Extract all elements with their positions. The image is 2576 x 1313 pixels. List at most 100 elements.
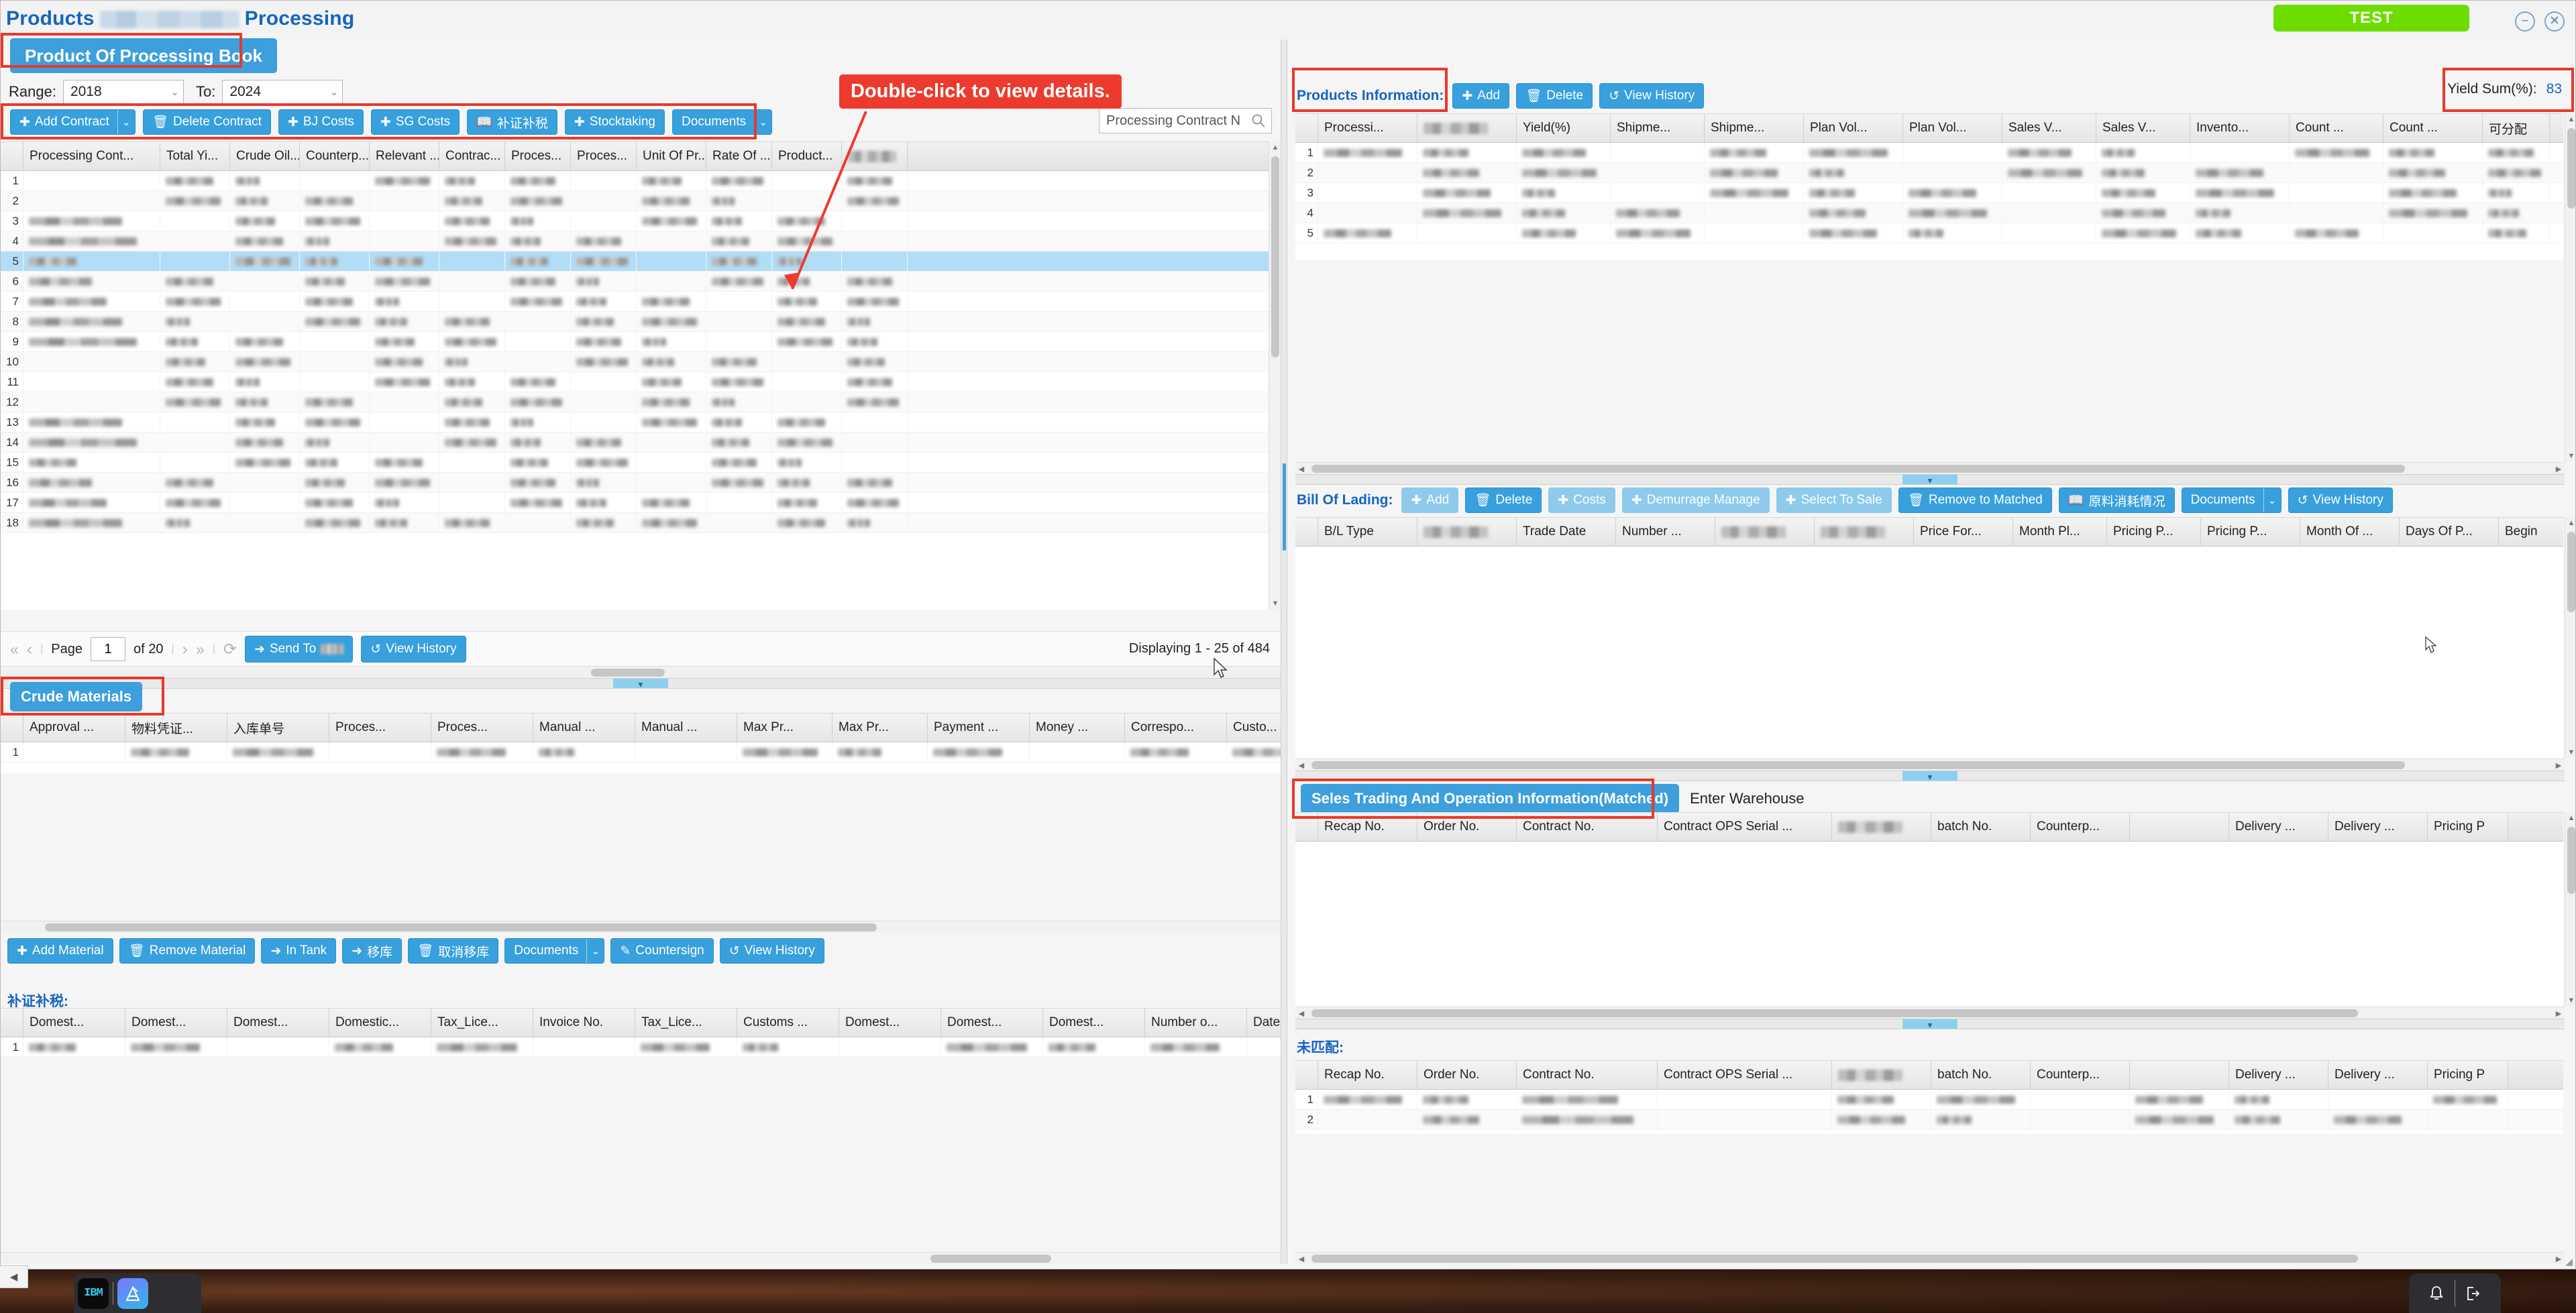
table-cell[interactable] <box>1804 143 1903 162</box>
table-cell[interactable] <box>230 392 300 412</box>
column-header[interactable]: Relevant ... <box>370 142 439 170</box>
table-cell[interactable] <box>637 453 706 472</box>
table-cell[interactable] <box>160 392 230 412</box>
scrollbar-thumb[interactable] <box>1311 761 2405 769</box>
products-information-toolbar-button-2[interactable]: ↺ View History <box>1599 83 1705 109</box>
table-cell[interactable] <box>230 352 300 372</box>
processing-contract-search[interactable]: Processing Contract N <box>1099 108 1272 133</box>
table-cell[interactable] <box>941 1037 1043 1056</box>
table-cell[interactable] <box>505 473 571 492</box>
products-information-toolbar-button-0[interactable]: ✚ Add <box>1452 83 1510 109</box>
scrollbar-thumb[interactable] <box>1311 1255 2358 1263</box>
table-cell[interactable] <box>370 292 439 311</box>
table-cell[interactable] <box>637 473 706 492</box>
table-cell[interactable] <box>1043 1037 1145 1056</box>
table-cell[interactable] <box>637 191 706 211</box>
table-cell[interactable] <box>706 332 772 351</box>
sales-trading-vertical-scrollbar[interactable]: ▲ ▼ <box>2565 812 2575 1007</box>
table-cell[interactable] <box>370 312 439 331</box>
table-cell[interactable] <box>571 433 637 452</box>
table-cell[interactable] <box>23 352 160 372</box>
table-cell[interactable] <box>1611 183 1705 203</box>
table-cell[interactable] <box>2096 223 2190 243</box>
products-information-grid[interactable]: Processi... Yield(%) Shipme... Shipme... Pla… <box>1295 113 2563 260</box>
sales-trading-horizontal-scrollbar[interactable]: ◀ ▶ <box>1295 1007 2565 1019</box>
column-header[interactable]: Counterp... <box>2031 813 2130 841</box>
column-header[interactable]: Domest... <box>23 1009 125 1037</box>
table-cell[interactable] <box>23 211 160 231</box>
scroll-down-icon[interactable]: ▼ <box>2565 746 2575 758</box>
table-cell[interactable] <box>370 473 439 492</box>
scroll-left-icon[interactable]: ◀ <box>1295 1007 1307 1019</box>
table-cell[interactable] <box>1804 163 1903 182</box>
table-cell[interactable] <box>842 493 908 512</box>
column-header[interactable]: Processing Cont... <box>23 142 160 170</box>
table-cell[interactable] <box>300 433 370 452</box>
table-cell[interactable] <box>571 171 637 190</box>
table-cell[interactable] <box>772 372 842 392</box>
table-cell[interactable] <box>2290 203 2383 223</box>
table-cell[interactable] <box>1931 1090 2031 1109</box>
table-cell[interactable] <box>2383 223 2483 243</box>
table-cell[interactable] <box>637 352 706 372</box>
table-cell[interactable] <box>439 453 505 472</box>
table-cell[interactable] <box>370 171 439 190</box>
table-cell[interactable] <box>2229 1090 2328 1109</box>
table-cell[interactable] <box>505 513 571 532</box>
table-cell[interactable] <box>370 272 439 291</box>
column-header[interactable]: Recap No. <box>1318 1061 1417 1089</box>
table-cell[interactable] <box>635 1037 737 1056</box>
contract-toolbar-button-0[interactable]: ✚ Add Contract ⌄ <box>10 109 136 135</box>
splitter-collapse-icon[interactable]: ▼ <box>1902 475 1957 486</box>
table-cell[interactable] <box>370 412 439 432</box>
next-page-icon[interactable]: › <box>182 640 188 659</box>
table-cell[interactable] <box>370 513 439 532</box>
table-cell[interactable] <box>571 332 637 351</box>
column-header[interactable]: Trade Date <box>1517 518 1616 546</box>
table-cell[interactable] <box>1318 143 1417 162</box>
chevron-down-icon[interactable]: ⌄ <box>117 110 135 134</box>
table-cell[interactable] <box>772 453 842 472</box>
splitter-handle[interactable] <box>1283 463 1286 551</box>
table-row[interactable]: 5 <box>1 251 1281 272</box>
table-cell[interactable] <box>1318 163 1417 182</box>
table-cell[interactable] <box>1611 163 1705 182</box>
table-row[interactable]: 11 <box>1 372 1281 392</box>
table-cell[interactable] <box>842 433 908 452</box>
main-panel-splitter[interactable] <box>1281 40 1287 1264</box>
sales-trading-tab[interactable]: Seles Trading And Operation Information(… <box>1301 784 1680 813</box>
ibm-app-icon[interactable]: IBM <box>78 1277 109 1309</box>
table-cell[interactable] <box>160 412 230 432</box>
processing-contract-grid[interactable]: Processing Cont... Total Yi... Crude Oil..… <box>1 141 1281 610</box>
table-cell[interactable] <box>370 352 439 372</box>
table-cell[interactable] <box>1517 183 1611 203</box>
column-header[interactable]: Custo... <box>1227 713 1281 742</box>
column-header[interactable]: Processi... <box>1318 114 1417 142</box>
scroll-left-icon[interactable]: ◀ <box>1295 463 1307 475</box>
logout-icon[interactable] <box>2455 1279 2491 1308</box>
left-panel-horizontal-scrollbar[interactable] <box>1 1252 1281 1264</box>
table-cell[interactable] <box>706 453 772 472</box>
column-header[interactable]: Contract No. <box>1517 1061 1658 1089</box>
column-header[interactable]: Order No. <box>1417 1061 1517 1089</box>
crude-grid-horizontal-scrollbar[interactable] <box>1 921 1281 933</box>
table-cell[interactable] <box>1705 223 1804 243</box>
column-header[interactable] <box>1417 518 1517 546</box>
table-row[interactable]: 5 <box>1295 223 2563 243</box>
table-cell[interactable] <box>227 742 329 762</box>
crude-toolbar-button-5[interactable]: Documents ⌄ <box>504 938 605 964</box>
column-header[interactable]: Tax_Lice... <box>431 1009 533 1037</box>
column-header[interactable]: Shipme... <box>1611 114 1705 142</box>
table-cell[interactable] <box>439 412 505 432</box>
crude-materials-grid[interactable]: Approval ... 物料凭证... 入库单号 Proces... Proces..… <box>1 713 1281 773</box>
column-header[interactable]: 入库单号 <box>227 713 329 742</box>
column-header[interactable]: Contrac... <box>439 142 505 170</box>
minimize-icon[interactable]: − <box>2515 11 2535 32</box>
scroll-down-icon[interactable]: ▼ <box>1269 597 1281 610</box>
table-cell[interactable] <box>635 742 737 762</box>
table-cell[interactable] <box>160 231 230 251</box>
table-cell[interactable] <box>300 392 370 412</box>
column-header[interactable]: batch No. <box>1931 813 2031 841</box>
bill-of-lading-toolbar-button-0[interactable]: ✚ Add <box>1401 488 1459 513</box>
prev-page-icon[interactable]: ‹ <box>27 640 32 659</box>
